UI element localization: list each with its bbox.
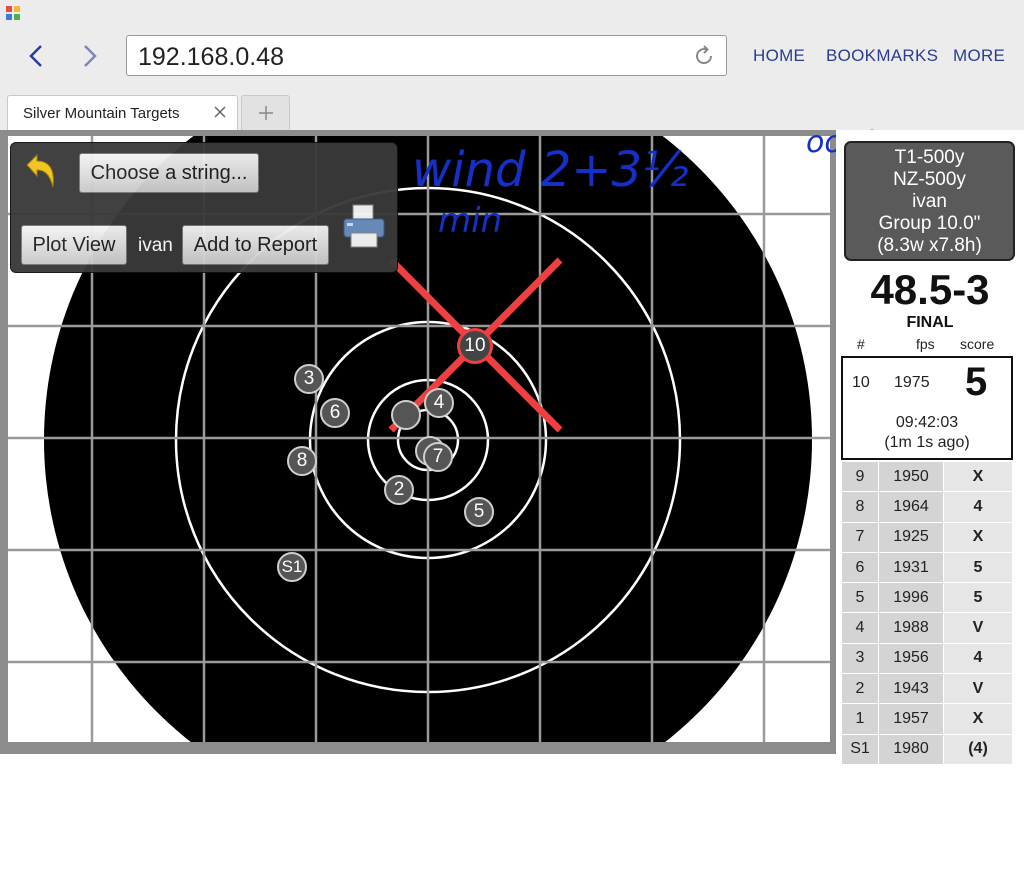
shot-fps: 1956 xyxy=(878,642,944,675)
shot-marker[interactable]: S1 xyxy=(277,552,307,582)
shot-fps: 1943 xyxy=(878,673,944,705)
shot-fps: 1980 xyxy=(878,733,944,765)
add-to-report-button[interactable]: Add to Report xyxy=(182,225,329,265)
table-row[interactable]: 8 1964 4 xyxy=(841,491,1013,523)
status-label: FINAL xyxy=(906,314,954,331)
current-shot-number: 10 xyxy=(852,374,870,391)
shot-score: V xyxy=(943,612,1013,644)
reload-icon[interactable] xyxy=(692,44,716,73)
bookmarks-link[interactable]: BOOKMARKS xyxy=(826,46,938,66)
shot-marker[interactable]: 2 xyxy=(384,475,414,505)
shot-score: X xyxy=(943,521,1013,553)
shots-list[interactable]: 9 1950 X 8 1964 4 7 1925 X 6 1931 5 5 1996 5 4 1988 V 3 195… xyxy=(836,461,1024,875)
table-row[interactable]: 3 1956 4 xyxy=(841,642,1013,675)
tab-title: Silver Mountain Targets xyxy=(23,105,180,122)
shot-score: 4 xyxy=(943,642,1013,675)
total-score: 48.5-3 xyxy=(870,266,990,313)
forward-button[interactable] xyxy=(74,40,106,72)
shot-fps: 1957 xyxy=(878,703,944,735)
current-shot-box[interactable]: 10 1975 5 09:42:03 (1m 1s ago) xyxy=(841,356,1013,460)
shot-fps: 1996 xyxy=(878,582,944,614)
shooter-name: ivan xyxy=(912,191,947,212)
shot-number: 7 xyxy=(841,521,879,553)
target-name: T1-500y xyxy=(894,147,965,168)
close-icon[interactable] xyxy=(213,105,227,124)
shot-fps: 1931 xyxy=(878,551,944,584)
shot-score: (4) xyxy=(943,733,1013,765)
table-row[interactable]: 1 1957 X xyxy=(841,703,1013,735)
shot-marker[interactable]: 8 xyxy=(287,446,317,476)
shot-number: 3 xyxy=(841,642,879,675)
table-row[interactable]: 2 1943 V xyxy=(841,673,1013,705)
shot-number: 9 xyxy=(841,461,879,493)
shot-marker[interactable]: 3 xyxy=(294,364,324,394)
more-link[interactable]: MORE xyxy=(953,46,1005,66)
address-bar[interactable]: 192.168.0.48 xyxy=(126,35,727,76)
range-name: NZ-500y xyxy=(893,169,966,190)
shot-marker-latest[interactable]: 10 xyxy=(457,328,493,364)
printer-icon[interactable] xyxy=(341,203,387,256)
table-row[interactable]: 5 1996 5 xyxy=(841,582,1013,614)
plus-icon xyxy=(258,106,273,120)
table-row[interactable]: 7 1925 X xyxy=(841,521,1013,553)
group-dimensions: (8.3w x7.8h) xyxy=(877,235,982,256)
undo-icon[interactable] xyxy=(23,153,59,196)
shot-number: 4 xyxy=(841,612,879,644)
column-header-score: score xyxy=(960,336,995,352)
table-row[interactable]: 6 1931 5 xyxy=(841,551,1013,584)
column-header-num: # xyxy=(857,336,865,352)
shot-score: X xyxy=(943,461,1013,493)
group-size: Group 10.0" xyxy=(878,213,981,234)
shot-number: 6 xyxy=(841,551,879,584)
shot-marker[interactable] xyxy=(391,400,421,430)
browser-chrome: 192.168.0.48 HOME BOOKMARKS MORE Silver … xyxy=(0,0,1024,130)
shot-score: X xyxy=(943,703,1013,735)
shot-marker[interactable]: 4 xyxy=(424,388,454,418)
shot-score: 5 xyxy=(943,582,1013,614)
table-row[interactable]: 9 1950 X xyxy=(841,461,1013,493)
shot-score: 5 xyxy=(943,551,1013,584)
new-tab-button[interactable] xyxy=(241,95,290,130)
shot-fps: 1964 xyxy=(878,491,944,523)
table-row[interactable]: S1 1980 (4) xyxy=(841,733,1013,765)
tab-silver-mountain-targets[interactable]: Silver Mountain Targets xyxy=(7,95,238,130)
current-shot-fps: 1975 xyxy=(894,374,930,391)
chevron-left-icon xyxy=(29,45,42,67)
target-info-box: T1-500y NZ-500y ivan Group 10.0" (8.3w x… xyxy=(844,141,1015,261)
control-panel: Choose a string... Plot View ivan Add to… xyxy=(10,142,398,273)
shot-number: 2 xyxy=(841,673,879,705)
shot-number: 5 xyxy=(841,582,879,614)
table-row[interactable]: 4 1988 V xyxy=(841,612,1013,644)
current-shot-score: 5 xyxy=(965,360,988,404)
shots-table: 9 1950 X 8 1964 4 7 1925 X 6 1931 5 5 1996 5 4 1988 V 3 195… xyxy=(841,461,1013,765)
current-shot-time: 09:42:03 xyxy=(895,414,959,431)
current-shot-ago: (1m 1s ago) xyxy=(884,434,970,451)
app-logo-icon xyxy=(6,6,20,20)
shot-number: 8 xyxy=(841,491,879,523)
shot-score: V xyxy=(943,673,1013,705)
shooter-name: ivan xyxy=(138,235,173,256)
plot-view-button[interactable]: Plot View xyxy=(21,225,127,265)
choose-string-button[interactable]: Choose a string... xyxy=(79,153,259,193)
shot-number: 1 xyxy=(841,703,879,735)
chevron-right-icon xyxy=(84,45,97,67)
back-button[interactable] xyxy=(20,40,52,72)
shot-marker[interactable]: 7 xyxy=(423,442,453,472)
column-header-fps: fps xyxy=(916,336,935,352)
shot-fps: 1925 xyxy=(878,521,944,553)
home-link[interactable]: HOME xyxy=(753,46,805,66)
shot-marker[interactable]: 5 xyxy=(464,497,494,527)
url-text: 192.168.0.48 xyxy=(138,43,284,71)
shot-score: 4 xyxy=(943,491,1013,523)
score-panel: T1-500y NZ-500y ivan Group 10.0" (8.3w x… xyxy=(836,130,1024,768)
shot-marker[interactable]: 6 xyxy=(320,398,350,428)
shot-fps: 1988 xyxy=(878,612,944,644)
shot-number: S1 xyxy=(841,733,879,765)
shot-fps: 1950 xyxy=(878,461,944,493)
